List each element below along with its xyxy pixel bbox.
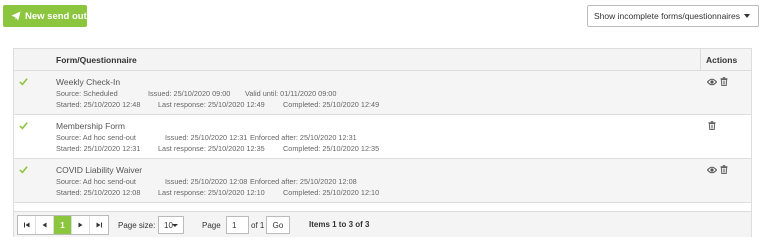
items-summary: Items 1 to 3 of 3 xyxy=(309,220,370,229)
first-page-icon xyxy=(23,222,29,228)
form-completed: Completed: 25/10/2020 12:49 xyxy=(283,100,380,109)
form-issued: Issued: 25/10/2020 12:08 xyxy=(165,177,248,186)
trash-icon[interactable] xyxy=(720,165,728,174)
check-icon xyxy=(19,122,28,130)
go-button[interactable]: Go xyxy=(266,216,290,234)
form-enforced-after: Enforced after: 25/10/2020 12:31 xyxy=(250,133,357,142)
paper-plane-icon xyxy=(11,11,21,21)
form-title: Weekly Check-In xyxy=(56,77,121,87)
form-filter-value: Show incomplete forms/questionnaires xyxy=(594,11,740,21)
form-enforced-after: Enforced after: 25/10/2020 12:08 xyxy=(250,177,357,186)
chevron-down-icon xyxy=(744,14,750,18)
form-completed: Completed: 25/10/2020 12:35 xyxy=(283,144,380,153)
eye-icon[interactable] xyxy=(707,166,717,174)
form-completed: Completed: 25/10/2020 12:10 xyxy=(283,188,380,197)
new-send-out-button[interactable]: New send out xyxy=(3,5,87,27)
next-page-button[interactable] xyxy=(72,216,90,234)
form-source: Source: Scheduled xyxy=(56,89,118,98)
form-source: Source: Ad hoc send-out xyxy=(56,177,136,186)
check-icon xyxy=(19,78,28,86)
form-filter-select[interactable]: Show incomplete forms/questionnaires xyxy=(587,5,759,27)
column-header-form[interactable]: Form/Questionnaire xyxy=(56,55,137,65)
form-last-response: Last response: 25/10/2020 12:49 xyxy=(158,100,265,109)
page-number-input[interactable]: 1 xyxy=(226,216,249,234)
prev-page-button[interactable] xyxy=(36,216,54,234)
table-row: Membership Form Source: Ad hoc send-out … xyxy=(14,115,751,159)
form-started: Started: 25/10/2020 12:31 xyxy=(56,144,141,153)
form-source: Source: Ad hoc send-out xyxy=(56,133,136,142)
page-size-select[interactable]: 10 xyxy=(158,216,184,234)
form-title: Membership Form xyxy=(56,121,125,131)
page-button-current[interactable]: 1 xyxy=(54,216,72,234)
page-size-label: Page size: xyxy=(118,221,156,230)
form-issued: Issued: 25/10/2020 09:00 xyxy=(148,89,231,98)
grid-header: Form/Questionnaire Actions xyxy=(14,49,751,71)
last-page-button[interactable] xyxy=(90,216,108,234)
page-label: Page xyxy=(202,221,221,230)
form-title: COVID Liability Waiver xyxy=(56,165,143,175)
prev-page-icon xyxy=(42,222,47,228)
column-header-actions: Actions xyxy=(706,55,738,65)
eye-icon[interactable] xyxy=(707,78,717,86)
form-issued: Issued: 25/10/2020 12:31 xyxy=(165,133,248,142)
check-icon xyxy=(19,166,28,174)
form-last-response: Last response: 25/10/2020 12:10 xyxy=(158,188,265,197)
next-page-icon xyxy=(78,222,83,228)
chevron-down-icon xyxy=(172,224,178,227)
new-send-out-label: New send out xyxy=(25,10,87,22)
pager-buttons: 1 xyxy=(17,215,109,235)
form-last-response: Last response: 25/10/2020 12:35 xyxy=(158,144,265,153)
trash-icon[interactable] xyxy=(708,121,716,130)
table-row: Weekly Check-In Source: Scheduled Issued… xyxy=(14,71,751,115)
trash-icon[interactable] xyxy=(720,77,728,86)
last-page-icon xyxy=(96,222,102,228)
first-page-button[interactable] xyxy=(18,216,36,234)
form-valid-until: Valid until: 01/11/2020 09:00 xyxy=(245,89,337,98)
form-started: Started: 25/10/2020 12:08 xyxy=(56,188,141,197)
forms-grid: Form/Questionnaire Actions Weekly Check-… xyxy=(13,48,752,237)
grid-pager: 1 Page size: 10 Page 1 of 1 Go Items 1 t… xyxy=(14,211,751,237)
page-count-label: of 1 xyxy=(251,221,265,230)
table-row: COVID Liability Waiver Source: Ad hoc se… xyxy=(14,159,751,203)
form-started: Started: 25/10/2020 12:48 xyxy=(56,100,141,109)
